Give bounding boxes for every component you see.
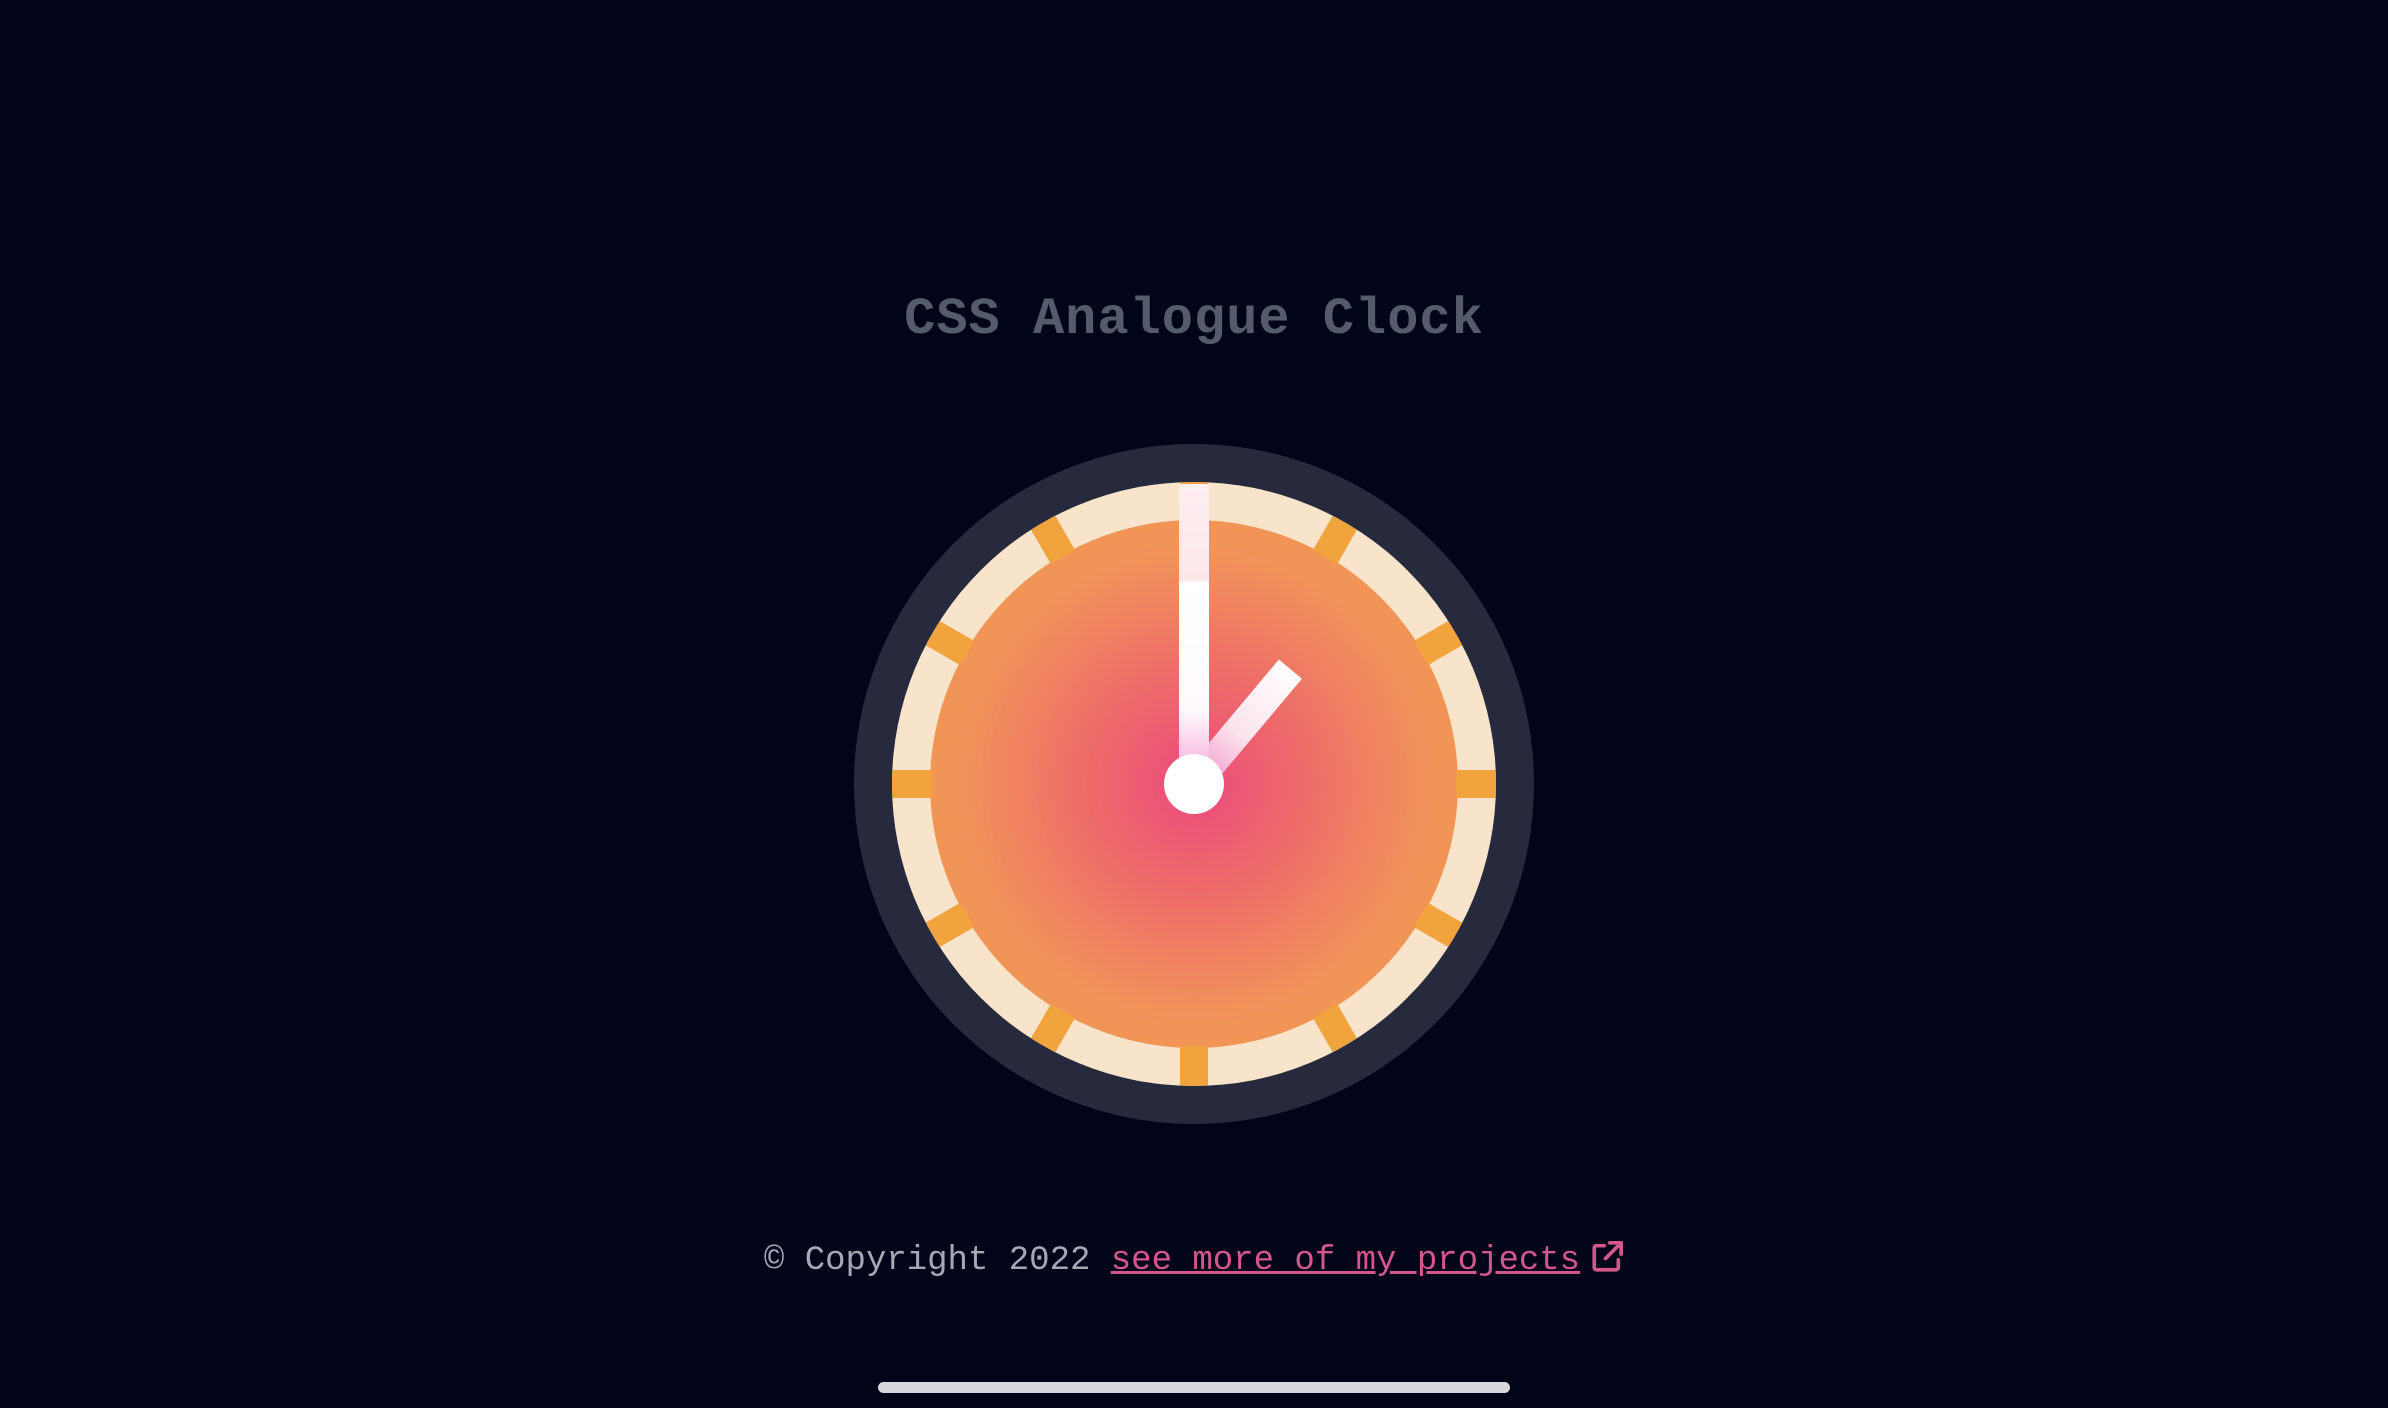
clock-center-cap bbox=[1164, 754, 1224, 814]
home-indicator[interactable] bbox=[878, 1382, 1510, 1393]
projects-link[interactable]: see more of my projects bbox=[1110, 1240, 1624, 1280]
projects-link-label: see more of my projects bbox=[1110, 1242, 1581, 1280]
minute-hand bbox=[1179, 484, 1209, 784]
footer: © Copyright 2022 see more of my projects bbox=[0, 1240, 2388, 1285]
analogue-clock bbox=[854, 444, 1534, 1124]
external-link-icon bbox=[1590, 1240, 1624, 1285]
copyright-text: © Copyright 2022 bbox=[763, 1242, 1091, 1280]
page-title: CSS Analogue Clock bbox=[904, 290, 1484, 349]
